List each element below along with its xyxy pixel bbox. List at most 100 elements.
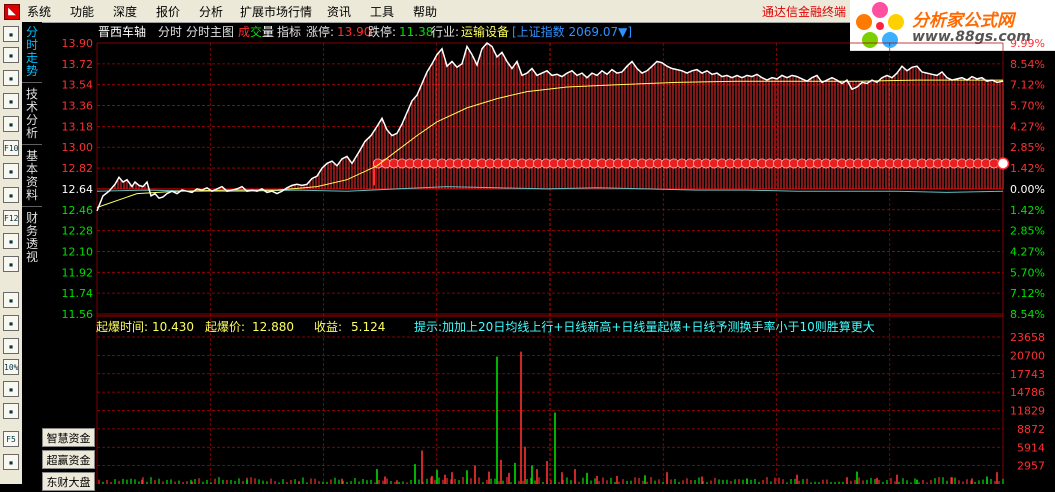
left-toolbar: ▪ ▪ ▪ ▪ ▪ F10 ▪ ▪ F12 ▪ ▪ ▪ ▪ ▪ 10% ▪ ▪ F5 ▪ [0,22,23,484]
menu-help[interactable]: 帮助 [413,3,437,20]
volume-legend[interactable]: 成交量 [238,24,274,39]
price-tick-label: 12.64 [62,183,94,196]
volume-tick-label: 5914 [1017,441,1045,454]
intraday-chart[interactable]: 13.90 13.72 13.54 13.36 13.18 13.00 12.82 12.64… [42,22,1055,484]
price-tick-label: 13.54 [62,79,94,92]
table-icon[interactable]: ▪ [3,116,19,132]
percent-tick-label: 4.27% [1010,120,1045,133]
volume-tick-label: 14786 [1010,386,1045,399]
candle-icon[interactable]: ▪ [3,93,19,109]
report-icon[interactable]: ▪ [3,163,19,179]
tab-intraday[interactable]: 分时走势 [25,26,39,78]
menu-analysis[interactable]: 分析 [199,3,223,20]
legend-cheng: 成 [238,25,250,39]
percent-tick-label: 7.12% [1010,287,1045,300]
price-tick-label: 13.72 [62,58,94,71]
volume-tick-label: 17743 [1010,368,1045,381]
side-tabs: 分时走势 技术分析 基本资料 财务透视 [22,22,42,484]
percent-tick-label: 1.42% [1010,162,1045,175]
price-tick-label: 13.90 [62,37,94,50]
percent-tick-label: 9.99% [1010,37,1045,50]
limit-down-value: 11.38 [399,25,433,39]
volume-tick-label: 11829 [1010,405,1045,418]
menu-function[interactable]: 功能 [70,3,94,20]
price-tick-label: 13.00 [62,141,94,154]
grid-icon[interactable]: ▪ [3,47,19,63]
chart-a-icon[interactable]: ▪ [3,315,19,331]
percent-tick-label: 4.27% [1010,245,1045,258]
signal-price-label: 起爆价: [205,320,245,334]
menu-depth[interactable]: 深度 [113,3,137,20]
price-tick-label: 12.28 [62,225,94,238]
indicator-button[interactable]: 指标 [277,24,301,39]
percent-tick-label: 7.12% [1010,79,1045,92]
volume-tick-label: 23658 [1010,331,1045,344]
tab-intraday-chart[interactable]: 分时 [158,25,182,39]
price-tick-label: 12.46 [62,204,94,217]
window-icon[interactable]: ▪ [3,381,19,397]
f12-icon[interactable]: F12 [3,210,19,226]
stock-name[interactable]: 晋西车轴 [98,24,146,39]
menu-tools[interactable]: 工具 [370,3,394,20]
legend-liang: 量 [262,25,274,39]
tab-technical[interactable]: 技术分析 [25,88,39,140]
industry-value[interactable]: 运输设备 [461,24,509,39]
signal-time-value: 10.430 [152,320,194,334]
percent-icon[interactable]: 10% [3,359,19,375]
pencil-icon[interactable]: ▪ [3,403,19,419]
signal-gain-value: 5.124 [351,320,385,334]
f10-icon[interactable]: F10 [3,140,19,156]
menu-system[interactable]: 系统 [27,3,51,20]
price-tick-label: 11.74 [62,287,94,300]
tab-financials[interactable]: 财务透视 [25,212,39,264]
volume-tick-label: 2957 [1017,460,1045,473]
price-tick-label: 12.82 [62,162,94,175]
limit-up-value: 13.90 [337,25,371,39]
smart-funds-button[interactable]: 智慧资金 [42,428,95,447]
menu-bar: ◣ 系统 功能 深度 报价 分析 扩展市场行情 资讯 工具 帮助 通达信金融终端 [0,0,850,23]
volume-tick-label: 20700 [1010,349,1045,362]
tab-fundamentals[interactable]: 基本资料 [25,150,39,202]
price-tick-label: 12.10 [62,245,94,258]
volume-axis: 23658 20700 17743 14786 11829 8872 5914 2957 [1010,331,1045,473]
app-logo-icon[interactable]: ◣ [4,4,20,20]
percent-tick-label: 8.54% [1010,308,1045,321]
percent-tick-label: 5.70% [1010,266,1045,279]
super-funds-button[interactable]: 超赢资金 [42,450,95,469]
limit-down-label: 跌停: [368,24,396,39]
chart-b-icon[interactable]: ▪ [3,338,19,354]
menu-extended-market[interactable]: 扩展市场行情 [240,3,312,20]
menu-news[interactable]: 资讯 [327,3,351,20]
indicator-icon[interactable]: ▪ [3,292,19,308]
promo-text[interactable]: 通达信金融终端 [762,3,846,20]
percent-tick-label: 2.85% [1010,141,1045,154]
legend-jiao: 交 [250,24,262,39]
tab-intraday-main[interactable]: 分时主图 [186,25,234,39]
price-tick-label: 13.18 [62,120,94,133]
list-icon[interactable]: ▪ [3,26,19,42]
price-tick-label: 13.36 [62,100,94,113]
f5-icon[interactable]: F5 [3,431,19,447]
menu-quotes[interactable]: 报价 [156,3,180,20]
signal-price-value: 12.880 [252,320,294,334]
tab-separator [22,82,42,83]
price-axis: 13.90 13.72 13.54 13.36 13.18 13.00 12.82 12.64… [62,37,94,321]
signal-gain-label: 收益: [314,320,342,334]
volume-tick-label: 8872 [1017,423,1045,436]
tab-separator [22,206,42,207]
signal-time-label: 起爆时间: [96,320,148,334]
magnify-icon[interactable]: ▪ [3,256,19,272]
index-quote[interactable]: [上证指数 2069.07▼] [512,24,632,39]
price-tick-label: 11.92 [62,266,94,279]
volume-bars [98,351,1004,484]
people-icon[interactable]: ▪ [3,187,19,203]
refresh-icon[interactable]: ▪ [3,454,19,470]
price-tick-label: 11.56 [62,308,94,321]
tab-separator [22,144,42,145]
limit-up-label: 涨停: [306,24,334,39]
percent-axis: 9.99% 8.54% 7.12% 5.70% 4.27% 2.85% 1.42% 0.00%… [1010,37,1045,321]
percent-tick-label: 2.85% [1010,225,1045,238]
line-chart-icon[interactable]: ▪ [3,70,19,86]
eastmoney-market-button[interactable]: 东财大盘 [42,472,95,491]
wave-icon[interactable]: ▪ [3,233,19,249]
